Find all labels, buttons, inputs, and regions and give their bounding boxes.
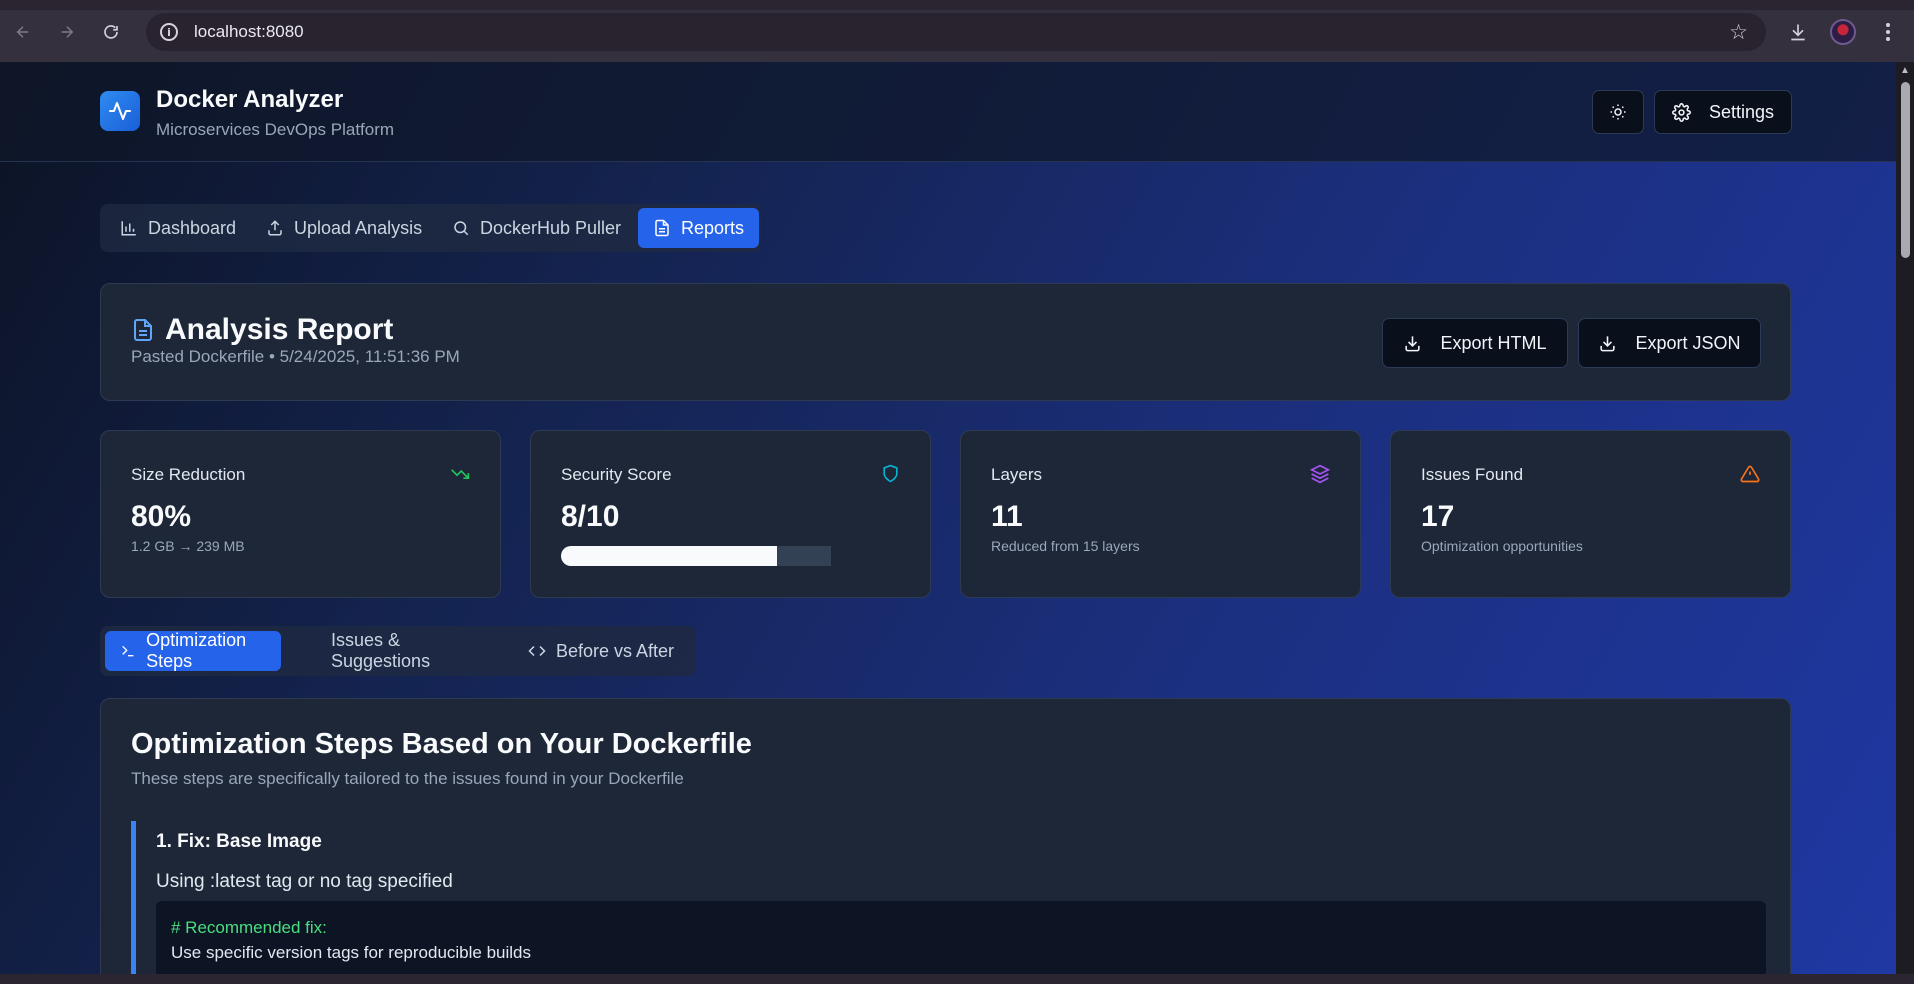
tab-upload-analysis[interactable]: Upload Analysis: [266, 208, 434, 248]
tab-label: Upload Analysis: [294, 217, 423, 238]
export-json-label: Export JSON: [1635, 332, 1741, 353]
site-info-icon[interactable]: i: [160, 23, 178, 41]
download-icon[interactable]: [1783, 18, 1813, 46]
step-description: Using :latest tag or no tag specified: [156, 871, 453, 892]
upload-icon: [268, 220, 282, 236]
stat-card-security-score: Security Score 8/10: [530, 430, 931, 598]
stat-label: Security Score: [561, 465, 672, 484]
optimization-step: 1. Fix: Base Image Using :latest tag or …: [131, 821, 1771, 974]
browser-toolbar: i localhost:8080 ☆: [0, 0, 1914, 62]
stat-card-issues-found: Issues Found 17 Optimization opportuniti…: [1390, 430, 1791, 598]
alert-triangle-icon: [1740, 465, 1760, 483]
profile-avatar[interactable]: [1828, 18, 1858, 46]
main-tabs: Dashboard Upload Analysis DockerHub Pull…: [100, 204, 761, 252]
report-title: Analysis Report: [165, 313, 394, 346]
stat-value: 8/10: [561, 500, 620, 533]
address-bar[interactable]: i localhost:8080 ☆: [146, 13, 1766, 51]
sun-icon: [1610, 104, 1626, 120]
app-subtitle: Microservices DevOps Platform: [156, 120, 395, 139]
stat-detail: Optimization opportunities: [1421, 538, 1583, 554]
progress-fill: [561, 546, 777, 566]
settings-label: Settings: [1708, 101, 1775, 122]
menu-dots-icon[interactable]: [1873, 18, 1903, 46]
app-title: Docker Analyzer: [156, 86, 344, 113]
optimization-steps-card: Optimization Steps Based on Your Dockerf…: [100, 698, 1791, 974]
stat-card-size-reduction: Size Reduction 80% 1.2 GB → 239 MB: [100, 430, 501, 598]
terminal-icon: [122, 645, 134, 657]
stat-value: 80%: [131, 500, 192, 533]
security-score-progress: [561, 546, 831, 566]
url-text: localhost:8080: [194, 22, 304, 41]
stat-label: Size Reduction: [131, 465, 246, 484]
gear-icon: [1672, 102, 1691, 122]
tab-optimization-steps[interactable]: Optimization Steps: [105, 630, 281, 671]
activity-logo-icon: [100, 91, 140, 131]
tab-label: Dashboard: [148, 217, 237, 238]
tab-dockerhub-puller[interactable]: DockerHub Puller: [452, 208, 630, 248]
avatar[interactable]: [1830, 19, 1856, 45]
tab-issues-suggestions[interactable]: Issues & Suggestions: [331, 630, 501, 671]
file-text-icon: [134, 319, 152, 341]
bar-chart-icon: [121, 221, 136, 236]
section-subtitle: These steps are specifically tailored to…: [131, 769, 684, 788]
stat-value: 17: [1421, 500, 1455, 533]
code-comment: # Recommended fix:: [171, 918, 327, 937]
code-icon: [528, 645, 546, 657]
window-bottom-edge: [0, 974, 1914, 984]
section-title: Optimization Steps Based on Your Dockerf…: [131, 728, 752, 760]
tab-label: Reports: [681, 217, 745, 238]
stat-card-layers: Layers 11 Reduced from 15 layers: [960, 430, 1361, 598]
scroll-up-icon[interactable]: ▲: [1900, 66, 1910, 76]
search-icon: [454, 221, 469, 236]
tab-before-vs-after[interactable]: Before vs After: [528, 631, 688, 671]
theme-toggle-button[interactable]: [1592, 90, 1644, 134]
tab-label: Issues & Suggestions: [331, 630, 431, 671]
code-line: Use specific version tags for reproducib…: [171, 943, 532, 962]
back-icon[interactable]: [10, 19, 36, 45]
stat-detail: Reduced from 15 layers: [991, 538, 1140, 554]
report-header-card: Analysis Report Pasted Dockerfile • 5/24…: [100, 283, 1791, 401]
file-text-icon: [655, 219, 669, 237]
tab-label: Optimization Steps: [146, 630, 247, 671]
download-icon: [1600, 335, 1616, 351]
tab-label: Before vs After: [556, 640, 675, 661]
shield-icon: [883, 464, 898, 483]
tab-reports[interactable]: Reports: [638, 208, 759, 248]
settings-button[interactable]: Settings: [1654, 90, 1792, 134]
forward-icon[interactable]: [54, 19, 80, 45]
layers-icon: [1310, 464, 1330, 484]
app-page: Docker Analyzer Microservices DevOps Pla…: [0, 62, 1896, 974]
stat-detail: 1.2 GB → 239 MB: [131, 538, 245, 554]
app-header: Docker Analyzer Microservices DevOps Pla…: [0, 62, 1896, 162]
step-title: 1. Fix: Base Image: [156, 831, 322, 852]
reload-icon[interactable]: [98, 19, 124, 45]
download-icon: [1405, 335, 1421, 351]
tab-dashboard[interactable]: Dashboard: [120, 208, 244, 248]
scrollbar-thumb[interactable]: [1901, 82, 1910, 258]
trending-down-icon: [451, 469, 470, 479]
code-block: # Recommended fix: Use specific version …: [156, 901, 1766, 974]
stat-value: 11: [991, 500, 1023, 533]
report-sub-tabs: Optimization Steps Issues & Suggestions …: [100, 626, 696, 676]
stat-label: Layers: [991, 465, 1043, 484]
tab-label: DockerHub Puller: [480, 217, 622, 238]
export-html-button[interactable]: Export HTML: [1382, 318, 1568, 368]
export-html-label: Export HTML: [1440, 332, 1547, 353]
tab-strip: [0, 0, 1914, 10]
stat-label: Issues Found: [1421, 465, 1524, 484]
page-scrollbar[interactable]: ▲: [1896, 62, 1914, 974]
export-json-button[interactable]: Export JSON: [1578, 318, 1761, 368]
report-subtitle: Pasted Dockerfile • 5/24/2025, 11:51:36 …: [131, 347, 460, 366]
bookmark-star-icon[interactable]: ☆: [1729, 20, 1748, 45]
